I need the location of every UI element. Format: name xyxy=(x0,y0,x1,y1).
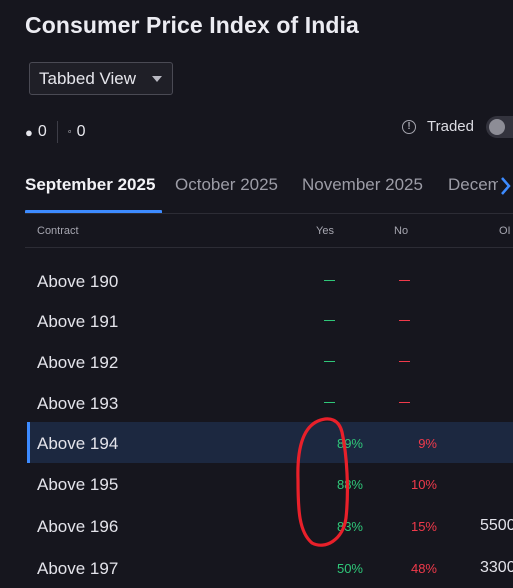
traded-toggle[interactable] xyxy=(486,116,513,138)
no-price[interactable]: 15% xyxy=(411,519,437,534)
no-empty-dash xyxy=(399,320,410,321)
yes-price[interactable]: 89% xyxy=(337,436,363,451)
table-row[interactable]: Above 195 88% 10% xyxy=(27,463,513,504)
yes-price[interactable]: 83% xyxy=(337,519,363,534)
filled-dot-icon: ● xyxy=(25,124,33,140)
view-mode-dropdown[interactable]: Tabbed View xyxy=(29,62,173,95)
tab-september-2025[interactable]: September 2025 xyxy=(25,175,155,195)
chevron-down-icon xyxy=(152,76,162,82)
table-row[interactable]: Above 192 xyxy=(27,341,513,382)
traded-label: Traded xyxy=(427,118,474,135)
contract-name: Above 192 xyxy=(37,353,119,372)
contract-name: Above 195 xyxy=(37,475,119,494)
month-tabs: September 2025 October 2025 November 202… xyxy=(0,166,513,214)
yes-price[interactable]: 88% xyxy=(337,477,363,492)
column-header-oi: OI xyxy=(499,225,511,237)
hollow-dot-icon: ◦ xyxy=(67,126,72,138)
counter-divider xyxy=(56,121,58,143)
yes-empty-dash xyxy=(324,320,335,321)
header-divider xyxy=(25,247,513,248)
contract-name: Above 193 xyxy=(37,394,119,413)
page-title: Consumer Price Index of India xyxy=(25,12,359,38)
column-header-no: No xyxy=(394,225,409,237)
chevron-right-icon[interactable] xyxy=(498,172,513,200)
position-counters: ● 0 ◦ 0 xyxy=(25,121,86,143)
no-price[interactable]: 9% xyxy=(418,436,437,451)
info-icon[interactable]: ! xyxy=(402,119,416,134)
table-row[interactable]: Above 197 50% 48% 3300 xyxy=(27,547,513,588)
contract-name: Above 196 xyxy=(37,517,119,536)
tab-december-2025[interactable]: Decem xyxy=(448,175,502,195)
column-header-yes: Yes xyxy=(316,225,334,237)
no-empty-dash xyxy=(399,280,410,281)
contract-name: Above 194 xyxy=(37,434,119,453)
open-interest: 3300 xyxy=(480,559,513,576)
yes-empty-dash xyxy=(324,402,335,403)
yes-empty-dash xyxy=(324,280,335,281)
table-row[interactable]: Above 191 xyxy=(27,300,513,341)
table-row[interactable]: Above 190 xyxy=(27,260,513,301)
yes-empty-dash xyxy=(324,361,335,362)
tabs-divider xyxy=(25,213,513,214)
column-header-contract: Contract xyxy=(37,225,79,237)
tab-november-2025[interactable]: November 2025 xyxy=(302,175,423,195)
hollow-count: 0 xyxy=(76,123,86,140)
no-empty-dash xyxy=(399,402,410,403)
filled-count: 0 xyxy=(37,123,47,140)
contract-name: Above 197 xyxy=(37,559,119,578)
view-mode-value: Tabbed View xyxy=(39,68,137,88)
traded-filter: ! Traded xyxy=(402,118,474,135)
table-row-selected[interactable]: Above 194 89% 9% xyxy=(27,422,513,463)
table-row[interactable]: Above 196 83% 15% 5500 xyxy=(27,505,513,546)
tab-october-2025[interactable]: October 2025 xyxy=(175,175,278,195)
contract-name: Above 191 xyxy=(37,312,119,331)
contract-name: Above 190 xyxy=(37,272,119,291)
yes-price[interactable]: 50% xyxy=(337,561,363,576)
no-price[interactable]: 10% xyxy=(411,477,437,492)
no-price[interactable]: 48% xyxy=(411,561,437,576)
open-interest: 5500 xyxy=(480,517,513,534)
toggle-knob xyxy=(489,119,505,135)
table-row[interactable]: Above 193 xyxy=(27,382,513,423)
no-empty-dash xyxy=(399,361,410,362)
